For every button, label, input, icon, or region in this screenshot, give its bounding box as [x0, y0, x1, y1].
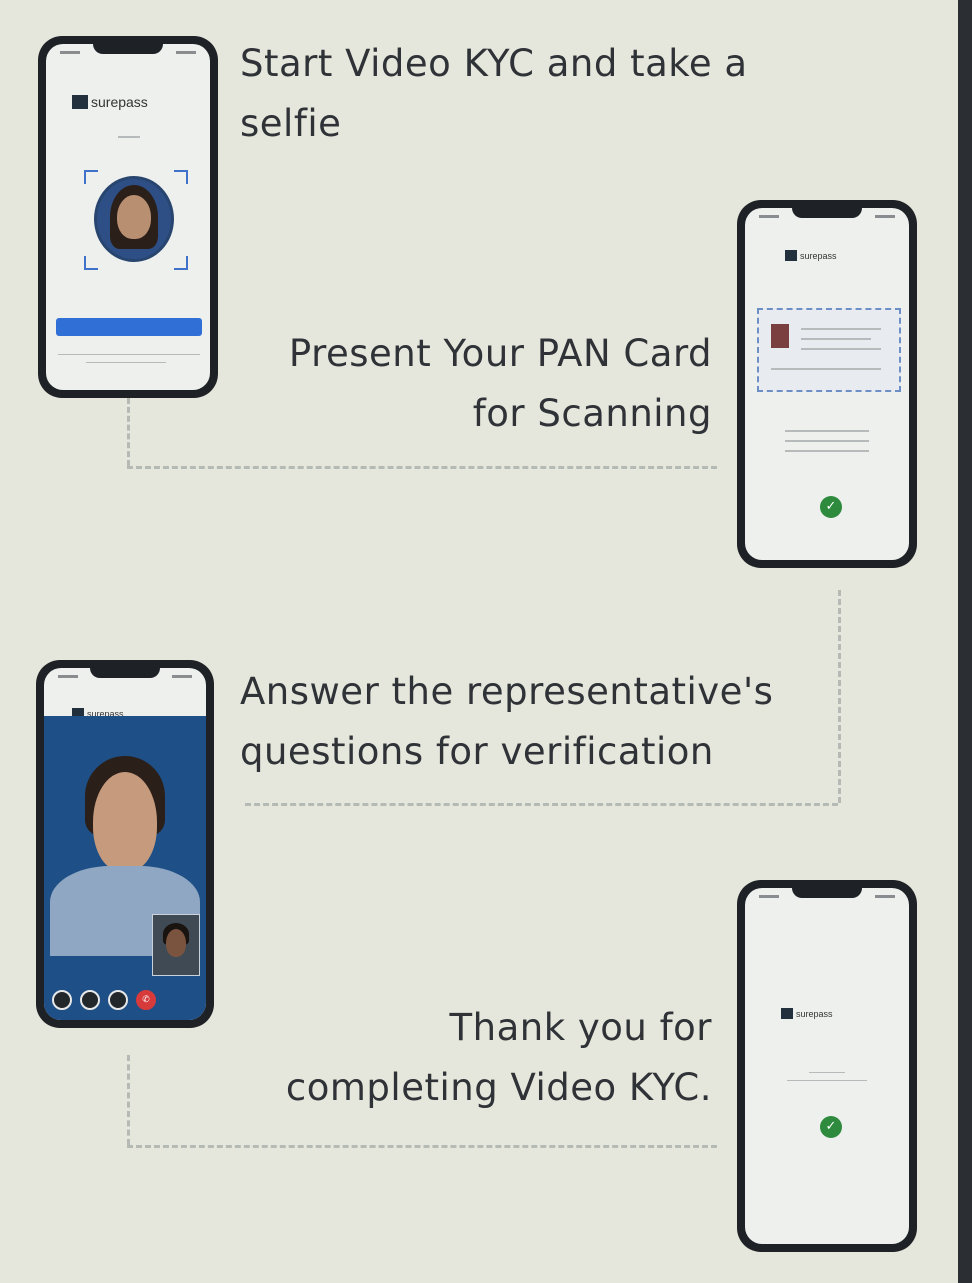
camera-icon[interactable]: [80, 990, 100, 1010]
brand-logo: surepass: [781, 1008, 833, 1019]
phone-notch: [792, 208, 862, 218]
step4-text: Thank you for completing Video KYC.: [250, 998, 712, 1118]
phone-pan-scan-screen: surepass ✓: [745, 208, 909, 560]
step4-line2: completing Video KYC.: [285, 1066, 712, 1109]
customer-video-feed: ✆: [44, 716, 206, 1020]
connector-step3-horizontal: [127, 1145, 717, 1148]
phone-video-call-screen: surepass ✆: [44, 668, 206, 1020]
call-controls: ✆: [52, 990, 156, 1010]
connector-step1-vertical: [127, 398, 130, 466]
phone-pan-scan: surepass ✓: [737, 200, 917, 568]
step4-line1: Thank you for: [449, 1006, 712, 1049]
scan-frame-corner: [174, 256, 188, 270]
step1-line2: selfie: [240, 102, 342, 145]
mute-icon[interactable]: [52, 990, 72, 1010]
phone-video-call: surepass ✆: [36, 660, 214, 1028]
connector-step2-vertical: [838, 590, 841, 803]
step3-line1: Answer the representative's: [240, 670, 774, 713]
success-check-icon: ✓: [820, 496, 842, 518]
step3-line2: questions for verification: [240, 730, 714, 773]
customer-face: [93, 772, 157, 872]
subtitle-placeholder: [118, 136, 140, 138]
page-edge: [958, 0, 972, 1283]
switch-camera-icon[interactable]: [108, 990, 128, 1010]
pan-card-photo: [771, 324, 789, 348]
phone-notch: [93, 44, 163, 54]
connector-step1-horizontal: [127, 466, 717, 469]
pan-card-text-line: [801, 348, 881, 350]
step2-text: Present Your PAN Card for Scanning: [260, 324, 712, 444]
info-placeholder: [785, 450, 869, 452]
step1-line1: Start Video KYC and take a: [240, 42, 748, 85]
pan-card-preview: [757, 308, 901, 392]
pan-card-text-line: [801, 328, 881, 330]
message-placeholder: [809, 1072, 845, 1073]
connector-step2-horizontal: [245, 803, 838, 806]
message-placeholder: [787, 1080, 867, 1081]
brand-mark-icon: [72, 95, 88, 109]
step2-line2: for Scanning: [472, 392, 712, 435]
scan-frame-corner: [84, 170, 98, 184]
pan-card-text-line: [771, 368, 881, 370]
step2-line1: Present Your PAN Card: [288, 332, 712, 375]
phone-completion-screen: surepass ✓: [745, 888, 909, 1244]
brand-mark-icon: [781, 1008, 793, 1019]
brand-name: surepass: [91, 94, 148, 110]
capture-button[interactable]: [56, 318, 202, 336]
step1-text: Start Video KYC and take a selfie: [240, 34, 748, 154]
connector-step3-vertical: [127, 1055, 130, 1145]
brand-logo: surepass: [72, 94, 148, 110]
agent-face: [166, 929, 186, 957]
brand-name: surepass: [796, 1008, 833, 1019]
pan-card-text-line: [801, 338, 871, 340]
selfie-preview: [94, 176, 174, 262]
phone-notch: [792, 888, 862, 898]
phone-notch: [90, 668, 160, 678]
disclaimer-placeholder: [86, 362, 166, 363]
info-placeholder: [785, 430, 869, 432]
scan-frame-corner: [84, 256, 98, 270]
end-call-icon[interactable]: ✆: [136, 990, 156, 1010]
brand-name: surepass: [800, 250, 837, 261]
disclaimer-placeholder: [58, 354, 200, 355]
info-placeholder: [785, 440, 869, 442]
success-check-icon: ✓: [820, 1116, 842, 1138]
phone-completion: surepass ✓: [737, 880, 917, 1252]
phone-selfie-screen: surepass: [46, 44, 210, 390]
phone-selfie: surepass: [38, 36, 218, 398]
brand-mark-icon: [785, 250, 797, 261]
scan-frame-corner: [174, 170, 188, 184]
step3-text: Answer the representative's questions fo…: [240, 662, 773, 782]
brand-logo: surepass: [785, 250, 837, 261]
agent-video-pip: [152, 914, 200, 976]
selfie-face: [117, 195, 151, 239]
